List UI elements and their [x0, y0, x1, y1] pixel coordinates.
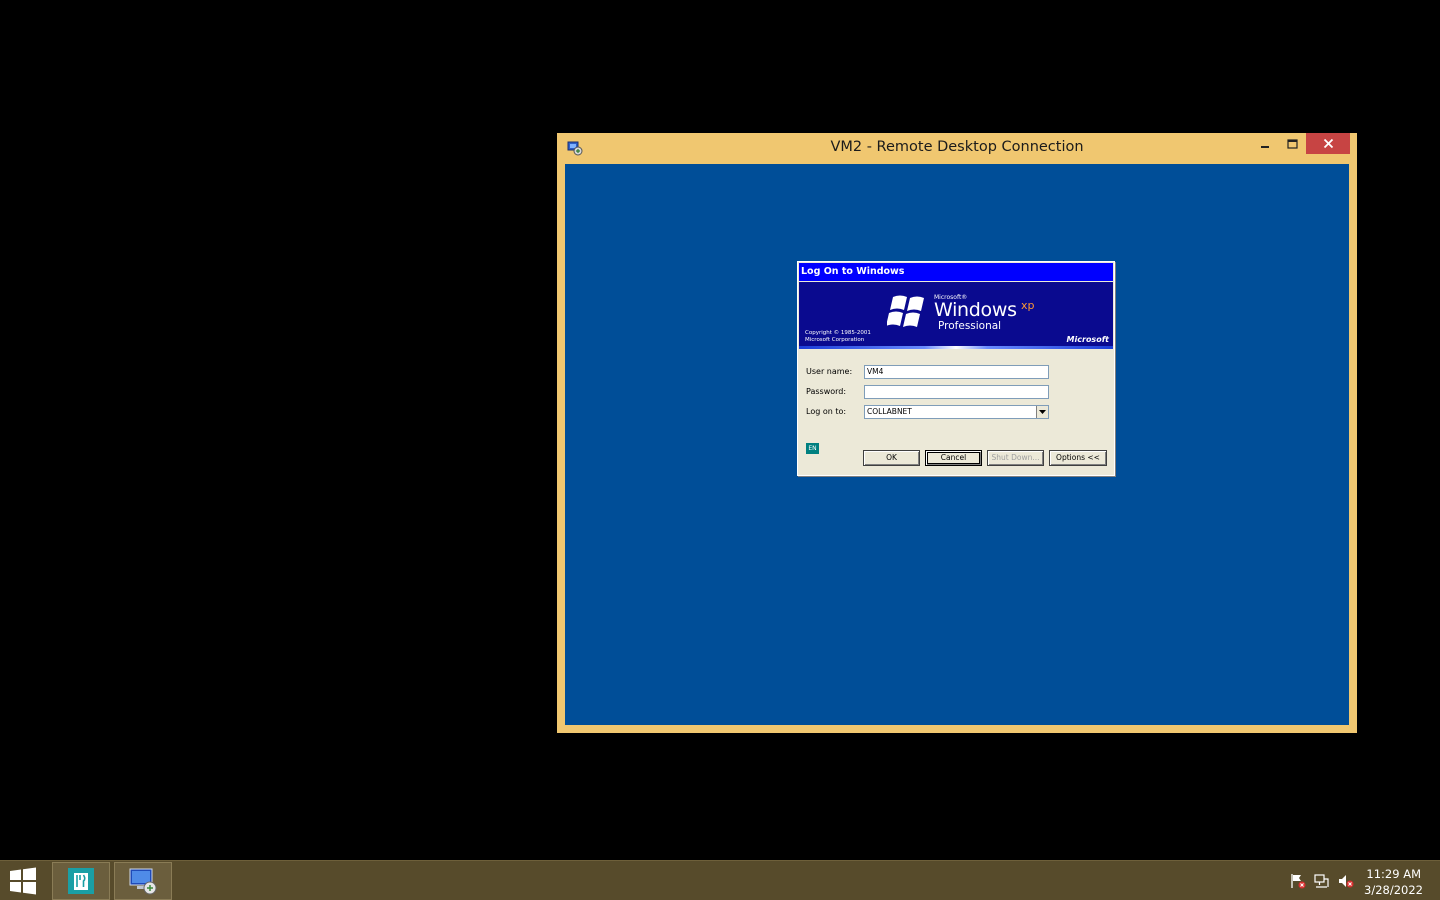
dialog-title: Log On to Windows: [799, 263, 1113, 281]
microsoft-logo: Microsoft: [1066, 335, 1109, 344]
clock-time[interactable]: 11:29 AM: [1366, 867, 1421, 881]
language-indicator[interactable]: EN: [806, 443, 819, 454]
logon-dialog: Log On to Windows Microsoft® Windows xp …: [797, 261, 1115, 476]
copyright-text: Copyright © 1985-2001 Microsoft Corporat…: [805, 330, 895, 343]
minimize-icon: [1261, 145, 1269, 148]
options-button[interactable]: Options <<: [1049, 450, 1107, 466]
windows-flag-icon: [887, 295, 924, 327]
windows-xp-banner: Microsoft® Windows xp Professional Copyr…: [799, 282, 1113, 349]
taskbar-app-remote-desktop[interactable]: [114, 862, 172, 900]
network-icon[interactable]: [1314, 873, 1330, 889]
action-center-flag-icon[interactable]: [1290, 873, 1306, 889]
remote-desktop-icon: [129, 868, 157, 895]
ok-button[interactable]: OK: [863, 450, 920, 466]
logon-to-select[interactable]: COLLABNET: [864, 405, 1049, 419]
volume-muted-icon[interactable]: [1338, 873, 1354, 889]
windows-logo-icon: [10, 867, 36, 895]
remote-desktop-area[interactable]: Log On to Windows Microsoft® Windows xp …: [565, 164, 1349, 725]
windows-wordmark: Windows: [934, 299, 1017, 321]
maximize-icon: [1286, 138, 1298, 149]
restaurant-app-icon: [68, 868, 94, 894]
edition-text: Professional: [938, 320, 1002, 332]
rdp-titlebar[interactable]: VM2 - Remote Desktop Connection: [557, 133, 1357, 163]
banner-strip: [799, 346, 1113, 349]
clock-date[interactable]: 3/28/2022: [1364, 883, 1423, 897]
close-button[interactable]: [1306, 133, 1350, 154]
password-field[interactable]: [864, 385, 1049, 399]
window-title: VM2 - Remote Desktop Connection: [830, 139, 1084, 155]
rdp-window: VM2 - Remote Desktop Connection Log On t…: [557, 133, 1357, 733]
taskbar-app-restaurant[interactable]: [52, 862, 110, 900]
xp-wordmark: xp: [1021, 299, 1035, 312]
password-label: Password:: [806, 387, 847, 396]
close-icon: [1323, 138, 1333, 149]
username-field[interactable]: VM4: [864, 365, 1049, 379]
minimize-button[interactable]: [1252, 133, 1278, 154]
copyright-line-2: Microsoft Corporation: [805, 336, 865, 343]
cancel-button[interactable]: Cancel: [925, 450, 982, 466]
maximize-button[interactable]: [1279, 133, 1305, 154]
username-label: User name:: [806, 367, 853, 376]
start-button[interactable]: [8, 867, 40, 895]
logon-to-label: Log on to:: [806, 407, 847, 416]
taskbar: 11:29 AM 3/28/2022: [0, 860, 1440, 900]
chevron-down-icon[interactable]: [1036, 406, 1048, 418]
shutdown-button[interactable]: Shut Down...: [987, 450, 1044, 466]
logon-to-value: COLLABNET: [867, 407, 912, 416]
